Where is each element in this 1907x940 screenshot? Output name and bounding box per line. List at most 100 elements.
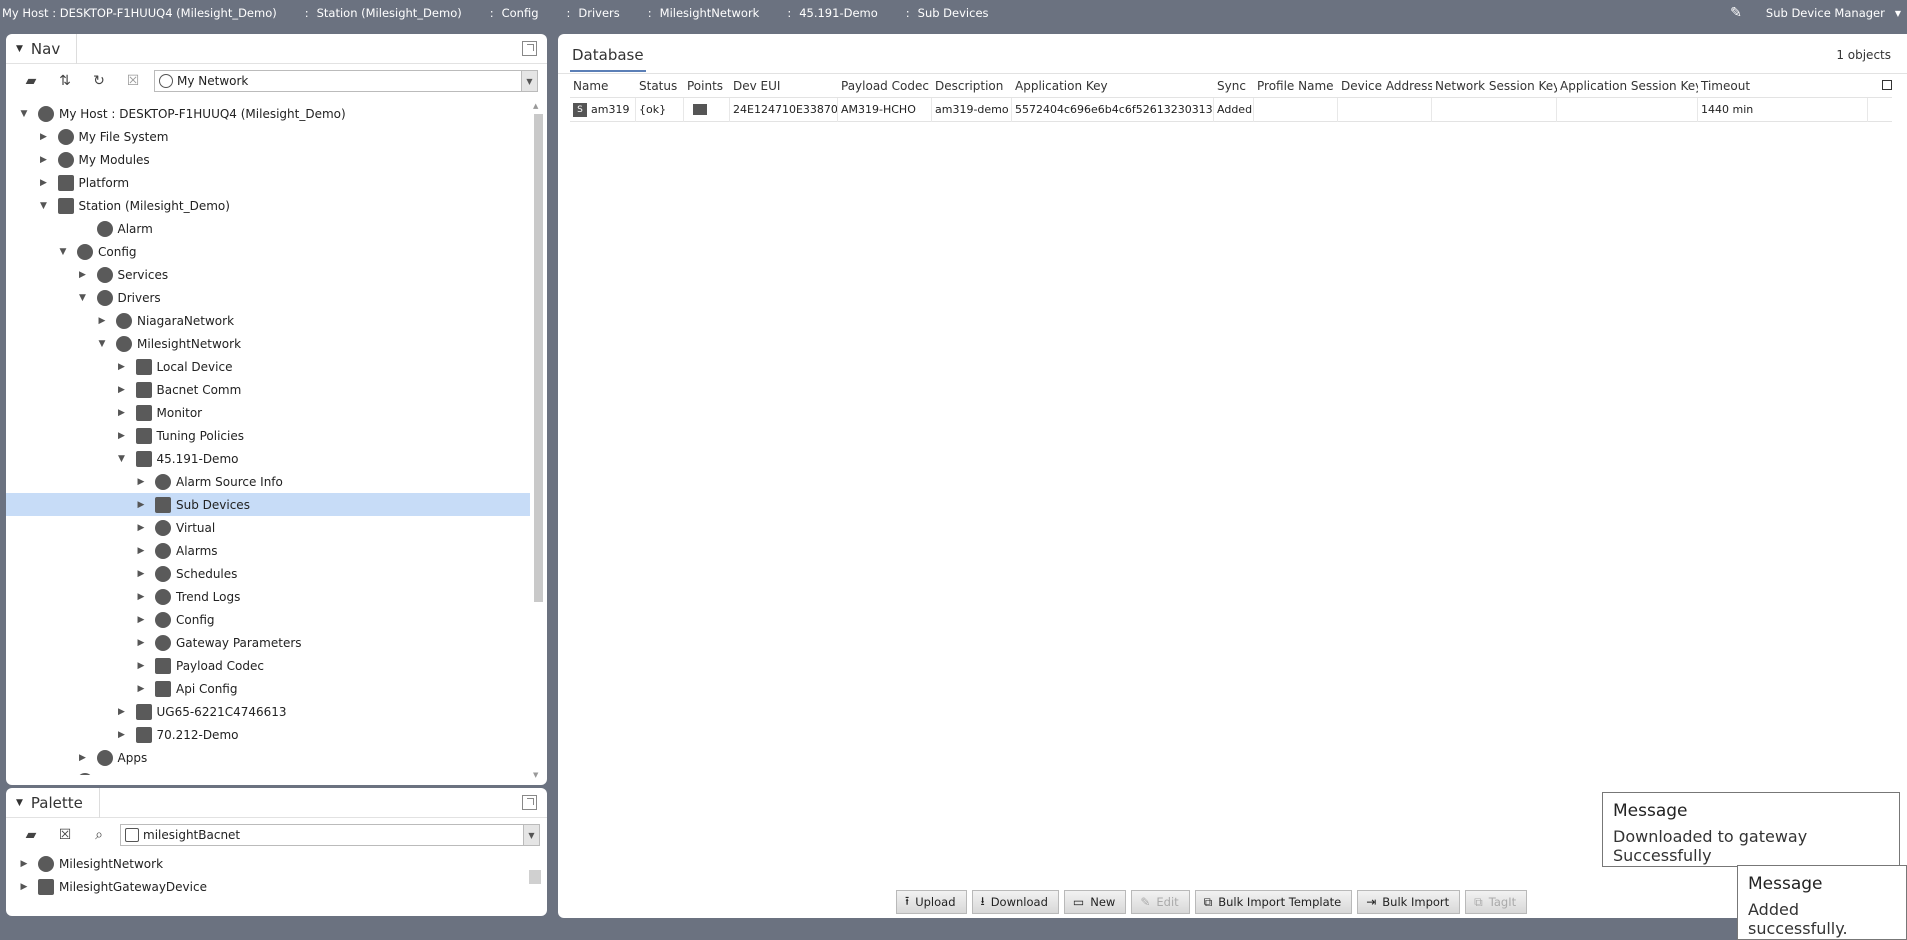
download-button[interactable]: ⭳ Download bbox=[971, 890, 1059, 914]
tree-node[interactable]: ▶ Tuning Policies bbox=[6, 424, 530, 447]
nav-root-select[interactable]: My Network ▼ bbox=[154, 70, 538, 92]
expand-arrow-icon[interactable]: ▶ bbox=[135, 638, 147, 648]
breadcrumb-station[interactable]: Station (Milesight_Demo) bbox=[315, 6, 464, 20]
expand-arrow-icon[interactable]: ▶ bbox=[135, 477, 147, 487]
collapse-icon[interactable]: ▼ bbox=[16, 798, 23, 808]
column-header[interactable]: Profile Name bbox=[1254, 74, 1338, 98]
column-header[interactable]: Payload Codec bbox=[838, 74, 932, 98]
collapse-icon[interactable]: ▼ bbox=[16, 44, 23, 54]
tree-node[interactable]: ▶Files bbox=[6, 769, 530, 775]
expand-arrow-icon[interactable]: ▶ bbox=[18, 882, 30, 892]
column-header[interactable]: Description bbox=[932, 74, 1012, 98]
points-icon[interactable] bbox=[693, 104, 707, 115]
breadcrumb-milesight-network[interactable]: MilesightNetwork bbox=[658, 6, 762, 20]
expand-arrow-icon[interactable]: ▶ bbox=[135, 592, 147, 602]
column-header[interactable]: Timeout bbox=[1698, 74, 1868, 98]
column-header[interactable]: Sync bbox=[1214, 74, 1254, 98]
collapse-arrow-icon[interactable]: ▼ bbox=[96, 339, 108, 349]
expand-arrow-icon[interactable]: ▶ bbox=[116, 707, 128, 717]
tree-node[interactable]: ▶ Trend Logs bbox=[6, 585, 530, 608]
column-header[interactable]: Status bbox=[636, 74, 684, 98]
scroll-thumb[interactable] bbox=[534, 114, 543, 602]
column-header[interactable]: Network Session Key bbox=[1432, 74, 1557, 98]
expand-arrow-icon[interactable]: ▶ bbox=[116, 408, 128, 418]
table-row[interactable]: S am319 {ok} 24E124710E338704 AM319-HCHO… bbox=[570, 97, 1892, 122]
expand-arrow-icon[interactable]: ▶ bbox=[135, 500, 147, 510]
expand-arrow-icon[interactable]: ▶ bbox=[18, 859, 30, 869]
pencil-icon[interactable]: ✎ bbox=[1730, 5, 1742, 21]
tree-node[interactable]: ▶ Services bbox=[6, 263, 530, 286]
palette-scrollbar[interactable] bbox=[529, 856, 541, 912]
expand-arrow-icon[interactable]: ▶ bbox=[135, 684, 147, 694]
column-header[interactable]: Application Session Key bbox=[1557, 74, 1698, 98]
collapse-arrow-icon[interactable]: ▼ bbox=[18, 109, 30, 119]
column-header[interactable]: Points bbox=[684, 74, 730, 98]
refresh-icon[interactable]: ↻ bbox=[86, 69, 112, 93]
tree-node[interactable]: ▶ Apps bbox=[6, 746, 530, 769]
column-header[interactable]: Application Key bbox=[1012, 74, 1214, 98]
breadcrumb-config[interactable]: Config bbox=[500, 6, 541, 20]
tree-node[interactable]: ▼ 45.191-Demo bbox=[6, 447, 530, 470]
tree-node[interactable]: ▶ Schedules bbox=[6, 562, 530, 585]
expand-arrow-icon[interactable]: ▶ bbox=[38, 178, 50, 188]
nav-scrollbar[interactable]: ▲ ▼ bbox=[533, 102, 543, 779]
edit-button[interactable]: ✎ Edit bbox=[1131, 890, 1190, 914]
chevron-down-icon[interactable]: ▼ bbox=[521, 71, 537, 91]
collapse-arrow-icon[interactable]: ▼ bbox=[57, 247, 69, 257]
find-icon[interactable]: ⌕ bbox=[86, 823, 112, 847]
new-folder-icon[interactable]: ▰ bbox=[18, 69, 44, 93]
collapse-arrow-icon[interactable]: ▼ bbox=[38, 201, 50, 211]
tree-node[interactable]: ▶ Payload Codec bbox=[6, 654, 530, 677]
tree-node[interactable]: ▶ Alarm Source Info bbox=[6, 470, 530, 493]
column-header[interactable]: Device Address bbox=[1338, 74, 1432, 98]
tree-node[interactable]: ▶ My File System bbox=[6, 125, 530, 148]
close-icon[interactable]: ☒ bbox=[120, 69, 146, 93]
palette-item[interactable]: ▶ MilesightGatewayDevice bbox=[6, 875, 530, 898]
tab-database[interactable]: Database bbox=[570, 42, 646, 72]
breadcrumb-host[interactable]: My Host : DESKTOP-F1HUUQ4 (Milesight_Dem… bbox=[0, 6, 279, 20]
expand-arrow-icon[interactable]: ▶ bbox=[135, 661, 147, 671]
collapse-arrow-icon[interactable]: ▼ bbox=[77, 293, 89, 303]
column-header[interactable]: Name bbox=[570, 74, 636, 98]
tree-node[interactable]: ▶ Virtual bbox=[6, 516, 530, 539]
tree-node[interactable]: ▶ Gateway Parameters bbox=[6, 631, 530, 654]
expand-arrow-icon[interactable]: ▶ bbox=[38, 155, 50, 165]
scroll-down-icon[interactable]: ▼ bbox=[533, 771, 538, 779]
collapse-arrow-icon[interactable]: ▼ bbox=[116, 454, 128, 464]
tree-node[interactable]: Alarm bbox=[6, 217, 530, 240]
upload-button[interactable]: ⭱ Upload bbox=[896, 890, 967, 914]
tree-node[interactable]: ▶ Config bbox=[6, 608, 530, 631]
tree-node[interactable]: ▶ Api Config bbox=[6, 677, 530, 700]
expand-arrow-icon[interactable]: ▶ bbox=[135, 615, 147, 625]
tree-node[interactable]: ▶ UG65-6221C4746613 bbox=[6, 700, 530, 723]
tree-node[interactable]: ▼ Station (Milesight_Demo) bbox=[6, 194, 530, 217]
chevron-down-icon[interactable]: ▼ bbox=[1895, 9, 1901, 18]
scroll-up-icon[interactable]: ▲ bbox=[533, 102, 538, 110]
expand-arrow-icon[interactable]: ▶ bbox=[116, 730, 128, 740]
expand-arrow-icon[interactable]: ▶ bbox=[135, 546, 147, 556]
breadcrumb-device[interactable]: 45.191-Demo bbox=[797, 6, 880, 20]
view-selector[interactable]: Sub Device Manager bbox=[1766, 6, 1885, 20]
expand-arrow-icon[interactable]: ▶ bbox=[116, 362, 128, 372]
toast-message[interactable]: Message Downloaded to gateway Successful… bbox=[1602, 792, 1900, 867]
tree-node[interactable]: ▶ Platform bbox=[6, 171, 530, 194]
tree-node[interactable]: ▶ NiagaraNetwork bbox=[6, 309, 530, 332]
breadcrumb-sub-devices[interactable]: Sub Devices bbox=[916, 6, 991, 20]
tree-node[interactable]: ▶ 70.212-Demo bbox=[6, 723, 530, 746]
breadcrumb-drivers[interactable]: Drivers bbox=[576, 6, 621, 20]
maximize-icon[interactable] bbox=[522, 795, 537, 810]
sort-icon[interactable]: ⇅ bbox=[52, 69, 78, 93]
column-header[interactable]: Dev EUI bbox=[730, 74, 838, 98]
expand-arrow-icon[interactable]: ▶ bbox=[96, 316, 108, 326]
tree-node[interactable]: ▶ Monitor bbox=[6, 401, 530, 424]
palette-item[interactable]: ▶ MilesightNetwork bbox=[6, 852, 530, 875]
expand-arrow-icon[interactable]: ▶ bbox=[77, 753, 89, 763]
expand-arrow-icon[interactable]: ▶ bbox=[77, 270, 89, 280]
maximize-icon[interactable] bbox=[522, 41, 537, 56]
chevron-down-icon[interactable]: ▼ bbox=[523, 825, 539, 845]
tree-node[interactable]: ▶ Sub Devices bbox=[6, 493, 530, 516]
expand-arrow-icon[interactable]: ▶ bbox=[135, 523, 147, 533]
tree-node[interactable]: ▼ Drivers bbox=[6, 286, 530, 309]
bulk-import-button[interactable]: ⇥ Bulk Import bbox=[1357, 890, 1461, 914]
tree-node[interactable]: ▶ Local Device bbox=[6, 355, 530, 378]
